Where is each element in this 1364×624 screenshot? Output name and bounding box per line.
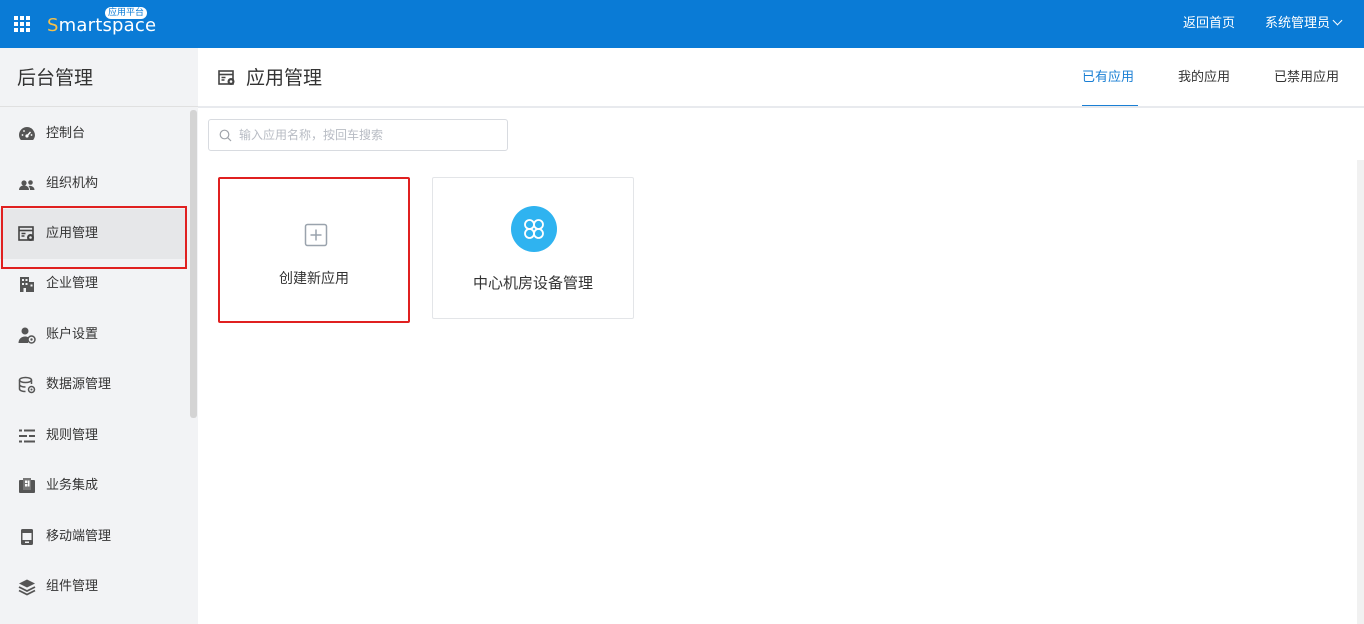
mobile-icon [21, 529, 33, 545]
header-divider [198, 106, 1364, 108]
sidebar-item-account-settings[interactable]: 账户设置 [0, 310, 186, 360]
sidebar-item-organization[interactable]: 组织机构 [0, 159, 186, 209]
create-app-card[interactable]: 创建新应用 [218, 177, 410, 323]
tab-existing-apps[interactable]: 已有应用 [1082, 69, 1134, 87]
sidebar-item-components[interactable]: 组件管理 [0, 562, 186, 612]
search-icon [219, 129, 232, 142]
building-icon [20, 277, 34, 292]
sidebar-scrollbar[interactable] [190, 110, 197, 418]
sidebar-item-label: 控制台 [46, 126, 86, 141]
sidebar-item-integration[interactable]: 业务集成 [0, 461, 186, 511]
user-gear-icon [18, 327, 36, 344]
sidebar-item-label: 应用管理 [46, 226, 99, 241]
database-icon [18, 376, 36, 394]
sidebar-item-label: 规则管理 [46, 428, 99, 443]
logo[interactable]: Smartspace 应用平台 [47, 7, 156, 38]
integration-icon [19, 478, 35, 493]
search-box [208, 119, 508, 151]
sidebar-item-dashboard[interactable]: 控制台 [0, 109, 186, 159]
dashboard-icon [19, 127, 35, 140]
chevron-down-icon [1332, 15, 1343, 26]
plus-icon [304, 223, 328, 247]
sidebar-title: 后台管理 [17, 67, 94, 89]
sidebar-item-label: 账户设置 [46, 327, 99, 342]
user-menu-label: 系统管理员 [1265, 16, 1331, 31]
sidebar-item-rules[interactable]: 规则管理 [0, 411, 186, 461]
app-card[interactable]: 中心机房设备管理 [432, 177, 634, 319]
layers-icon [18, 579, 36, 596]
sidebar: 后台管理 控制台 组织机构 应用管理 企业管理 账户设置 数据源管理 规则管理 … [0, 48, 198, 624]
tab-disabled-apps[interactable]: 已禁用应用 [1274, 69, 1339, 87]
sidebar-item-app-management[interactable]: 应用管理 [0, 209, 186, 259]
sidebar-item-label: 移动端管理 [46, 529, 112, 544]
main-scrollbar[interactable] [1357, 160, 1364, 624]
sidebar-item-label: 数据源管理 [46, 377, 112, 392]
tab-my-apps[interactable]: 我的应用 [1178, 69, 1230, 87]
users-icon [19, 180, 35, 190]
clover-icon [524, 219, 544, 239]
logo-badge: 应用平台 [105, 7, 148, 19]
sidebar-item-enterprise[interactable]: 企业管理 [0, 259, 186, 309]
home-link[interactable]: 返回首页 [1183, 15, 1235, 33]
logo-s: S [47, 15, 59, 36]
sidebar-divider [0, 106, 198, 107]
app-settings-icon [18, 226, 34, 241]
search-input[interactable] [239, 120, 501, 150]
main-header: 应用管理 已有应用 我的应用 已禁用应用 [198, 48, 1364, 108]
sidebar-item-mobile[interactable]: 移动端管理 [0, 512, 186, 562]
user-menu[interactable]: 系统管理员 [1265, 15, 1343, 33]
sidebar-item-label: 组件管理 [46, 579, 99, 594]
rules-icon [19, 429, 35, 443]
page-title: 应用管理 [246, 67, 323, 89]
create-app-label: 创建新应用 [279, 271, 349, 287]
sidebar-item-label: 业务集成 [46, 478, 99, 493]
sidebar-item-label: 企业管理 [46, 276, 99, 291]
app-settings-icon [218, 70, 235, 85]
top-bar: Smartspace 应用平台 返回首页 系统管理员 [0, 0, 1364, 48]
app-card-label: 中心机房设备管理 [472, 274, 593, 292]
apps-grid-icon[interactable] [14, 16, 30, 32]
sidebar-item-datasource[interactable]: 数据源管理 [0, 360, 186, 410]
sidebar-item-label: 组织机构 [46, 176, 99, 191]
app-icon-circle [511, 206, 557, 252]
